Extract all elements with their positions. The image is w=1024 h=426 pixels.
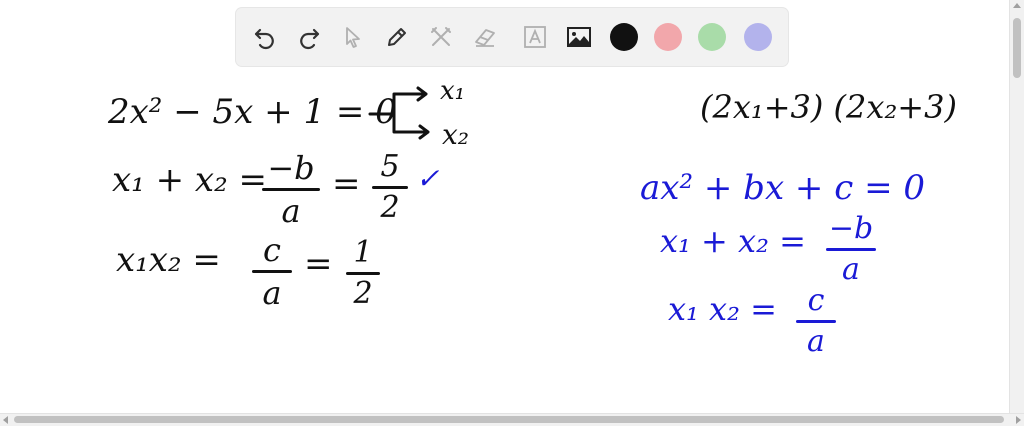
product-fraction: c a xyxy=(252,234,292,309)
scroll-up-icon[interactable] xyxy=(1013,3,1021,8)
quadratic-equation: 2x² − 5x + 1 = 0 xyxy=(108,92,397,132)
target-expression: (2x₁+3) (2x₂+3) xyxy=(700,88,957,126)
select-button[interactable] xyxy=(338,22,368,52)
redo-button[interactable] xyxy=(294,22,324,52)
vertical-scrollbar[interactable] xyxy=(1009,0,1024,414)
scroll-right-icon[interactable] xyxy=(1016,416,1021,424)
product-numerator: c xyxy=(263,231,281,269)
fraction-bar xyxy=(796,320,836,323)
vieta-sum-fraction: −b a xyxy=(826,214,876,285)
image-icon xyxy=(567,27,591,47)
vieta-product-numerator: c xyxy=(807,283,825,318)
fraction-bar xyxy=(262,188,320,191)
sum-fraction: −b a xyxy=(262,152,320,227)
vieta-product-denominator: a xyxy=(807,324,825,359)
product-of-roots-lhs: x₁x₂ = xyxy=(116,240,221,280)
sum-value-numerator: 5 xyxy=(380,149,400,184)
sum-value-fraction: 5 2 xyxy=(372,152,408,223)
vieta-product-fraction: c a xyxy=(796,286,836,357)
product-value-numerator: 1 xyxy=(353,235,373,270)
fraction-bar xyxy=(346,272,380,275)
vieta-sum-denominator: a xyxy=(842,252,860,287)
vieta-sum-numerator: −b xyxy=(828,211,874,246)
root-x1-label: x₁ xyxy=(440,76,466,106)
horizontal-scroll-thumb[interactable] xyxy=(14,416,1004,423)
product-value-fraction: 1 2 xyxy=(346,238,380,309)
text-button[interactable] xyxy=(520,22,550,52)
vieta-product-lhs: x₁ x₂ = xyxy=(668,290,777,328)
undo-button[interactable] xyxy=(250,22,280,52)
eraser-icon xyxy=(475,29,495,47)
fraction-bar xyxy=(826,248,876,251)
tools-button[interactable] xyxy=(426,22,456,52)
product-denominator: a xyxy=(262,274,282,312)
scroll-left-icon[interactable] xyxy=(3,416,8,424)
pen-button[interactable] xyxy=(382,22,412,52)
fraction-bar xyxy=(252,270,292,273)
vertical-scroll-thumb[interactable] xyxy=(1013,18,1021,78)
sum-of-roots-lhs: x₁ + x₂ = xyxy=(112,160,268,200)
equals-sign: = xyxy=(304,244,333,284)
roots-arrow-icon xyxy=(368,86,430,140)
product-value-denominator: 2 xyxy=(353,276,373,311)
redo-icon xyxy=(300,28,320,50)
color-purple-swatch[interactable] xyxy=(744,23,772,51)
eraser-button[interactable] xyxy=(470,22,500,52)
color-pink-swatch[interactable] xyxy=(654,23,682,51)
select-pointer-icon xyxy=(346,27,360,48)
fraction-bar xyxy=(372,186,408,189)
color-green-swatch[interactable] xyxy=(698,23,726,51)
drawing-toolbar xyxy=(236,8,788,66)
horizontal-scrollbar[interactable] xyxy=(0,413,1024,426)
sum-value-denominator: 2 xyxy=(380,190,400,225)
pen-icon xyxy=(388,28,406,46)
undo-icon xyxy=(254,28,274,50)
image-button[interactable] xyxy=(564,22,594,52)
general-quadratic: ax² + bx + c = 0 xyxy=(640,168,925,208)
sum-numerator: −b xyxy=(267,149,315,187)
root-x2-label: x₂ xyxy=(442,118,470,151)
vieta-sum-lhs: x₁ + x₂ = xyxy=(660,222,806,260)
equals-sign: = xyxy=(332,164,361,204)
checkmark-icon: ✓ xyxy=(416,162,440,195)
text-icon xyxy=(524,26,546,48)
tools-icon xyxy=(431,27,451,46)
sum-denominator: a xyxy=(281,192,301,230)
color-black-swatch[interactable] xyxy=(610,23,638,51)
